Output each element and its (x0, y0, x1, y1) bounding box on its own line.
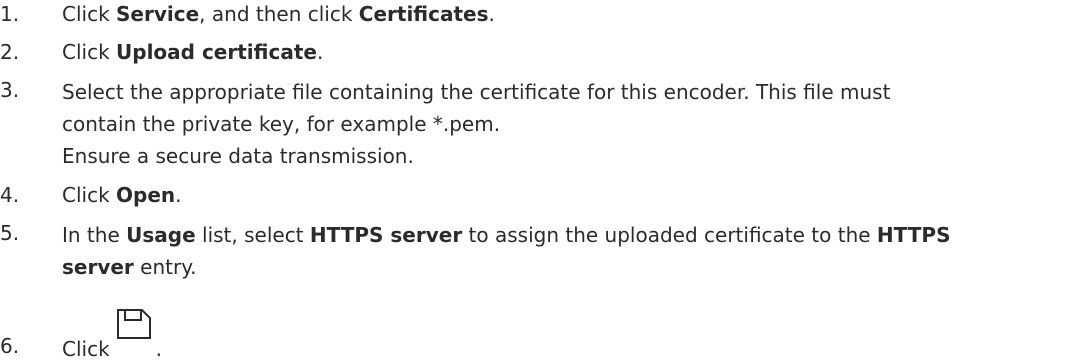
step-text-line: contain the private key, for example *.p… (62, 112, 501, 136)
step-number: 5. (0, 221, 20, 245)
step-text-part: . (488, 2, 495, 26)
https-server-entry-label: HTTPS (876, 223, 951, 247)
step-text-part: entry. (133, 255, 197, 279)
step-text-part: Click (62, 183, 117, 207)
step-text: Click Service, and then click Certificat… (62, 0, 1062, 28)
step-text-part: . (175, 183, 182, 207)
usage-label: Usage (126, 223, 196, 247)
step-text-part: Click (62, 337, 110, 361)
step-text-part: In the (62, 223, 127, 247)
service-label: Service (116, 2, 200, 26)
step-text-part: . (316, 40, 324, 64)
step-text: In the Usage list, select HTTPS server t… (62, 219, 1062, 283)
save-icon (116, 308, 152, 355)
step-text-part: Click (62, 2, 117, 26)
https-server-label: HTTPS server (309, 223, 463, 247)
step-text-part: list, select (195, 223, 310, 247)
https-server-entry-label: server (62, 255, 134, 279)
step-text: Click . (62, 309, 1062, 361)
upload-certificate-label: Upload certificate (116, 40, 317, 64)
step-text-part: . (155, 337, 163, 361)
step-number: 4. (0, 183, 20, 207)
step-text-line: Select the appropriate file containing t… (62, 80, 891, 104)
procedure-steps: 1. Click Service, and then click Certifi… (0, 0, 1069, 361)
step-number: 3. (0, 78, 20, 102)
step-text-part: , and then click (199, 2, 359, 26)
step-text: Click Open. (62, 181, 1062, 209)
step-number: 2. (0, 40, 20, 64)
step-number: 6. (0, 334, 20, 358)
open-label: Open (116, 183, 176, 207)
step-text-line: Ensure a secure data transmission. (62, 144, 414, 168)
step-number: 1. (0, 2, 20, 26)
step-text: Click Upload certificate. (62, 38, 1062, 66)
step-text-part: Click (62, 40, 117, 64)
step-text-part: to assign the uploaded certificate to th… (462, 223, 877, 247)
certificates-label: Certificates (358, 2, 489, 26)
step-text: Select the appropriate file containing t… (62, 76, 1062, 172)
